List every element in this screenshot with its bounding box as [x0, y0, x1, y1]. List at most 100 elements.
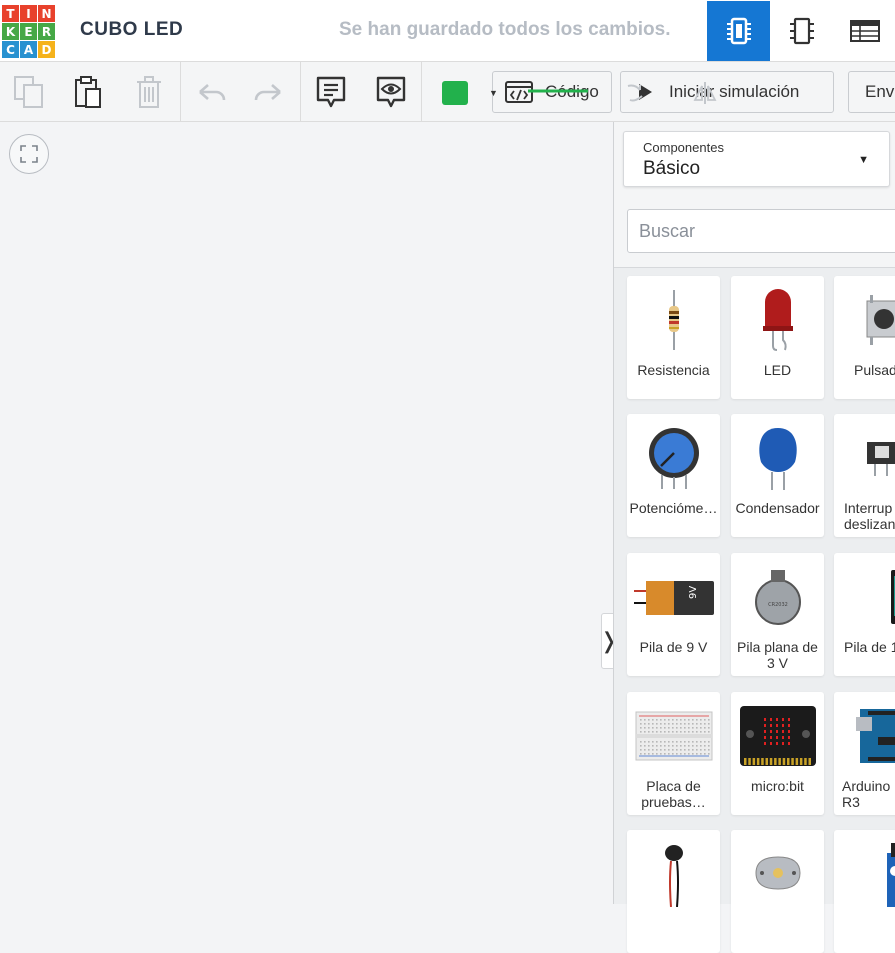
tinkercad-logo[interactable]: TIN KER CAD: [2, 5, 56, 59]
fit-view-icon: [19, 144, 39, 164]
component-card[interactable]: Condensador: [731, 414, 824, 537]
svg-text:CR2032: CR2032: [768, 602, 788, 608]
component-name: Interrup deslizan: [834, 500, 895, 532]
component-name: Pila de 1: [834, 639, 895, 655]
wire-color-swatch[interactable]: [442, 81, 468, 105]
wire-color-indicator: [528, 88, 588, 94]
edit-toolbar: Código ▼ Iniciar simulación Env: [0, 62, 895, 122]
redo-button[interactable]: [251, 74, 287, 110]
undo-icon: [196, 82, 226, 102]
component-card[interactable]: [731, 830, 824, 953]
send-to-button[interactable]: Env: [848, 71, 895, 113]
component-card[interactable]: Placa de pruebas…: [627, 692, 720, 815]
notes-icon: [315, 75, 347, 109]
slide-switch-icon: [851, 438, 895, 478]
servo-icon: [851, 841, 895, 907]
rotate-icon: [624, 82, 646, 104]
component-card[interactable]: [627, 830, 720, 953]
component-card[interactable]: Pulsad: [834, 276, 895, 399]
component-card[interactable]: CR2032 Pila plana de 3 V: [731, 553, 824, 676]
zoom-to-fit-button[interactable]: [9, 134, 49, 174]
start-simulation-button[interactable]: Iniciar simulación: [620, 71, 834, 113]
coin-cell-icon: CR2032: [753, 566, 803, 628]
component-category-dropdown[interactable]: Componentes Básico ▼: [623, 131, 890, 187]
chevron-down-icon: ▼: [858, 154, 869, 166]
component-name: LED: [731, 362, 824, 378]
battery-aa-icon: [851, 566, 895, 628]
component-card[interactable]: Resistencia: [627, 276, 720, 399]
component-name: Placa de pruebas…: [627, 778, 720, 810]
dropdown-label: Componentes: [643, 140, 724, 155]
component-name: Resistencia: [627, 362, 720, 378]
logo-letter: I: [20, 5, 37, 22]
start-simulation-label: Iniciar simulación: [669, 82, 799, 102]
component-card[interactable]: micro:bit: [731, 692, 824, 815]
copy-icon: [13, 75, 45, 109]
logo-letter: N: [38, 5, 55, 22]
component-card[interactable]: 9V Pila de 9 V: [627, 553, 720, 676]
battery-9v-icon: 9V: [634, 577, 714, 617]
dc-motor-icon: [748, 847, 808, 901]
component-search-input[interactable]: [627, 209, 895, 253]
svg-text:9V: 9V: [688, 586, 699, 599]
capacitor-icon: [755, 426, 801, 490]
project-title[interactable]: CUBO LED: [80, 19, 183, 41]
component-card[interactable]: [834, 830, 895, 953]
vibration-motor-icon: [659, 841, 689, 907]
paste-icon: [73, 75, 103, 109]
microbit-icon: [738, 704, 818, 768]
potentiometer-icon: [647, 427, 701, 489]
breadboard-icon: [635, 711, 713, 761]
logo-letter: C: [2, 41, 19, 58]
logo-letter: T: [2, 5, 19, 22]
component-name: Condensador: [731, 500, 824, 516]
eye-icon: [375, 75, 407, 109]
toolbar-divider: [300, 62, 301, 122]
redo-icon: [254, 82, 284, 102]
component-name: Potencióme…: [627, 500, 720, 516]
led-icon: [761, 288, 795, 352]
component-name: micro:bit: [731, 778, 824, 794]
logo-letter: R: [38, 23, 55, 40]
logo-letter: D: [38, 41, 55, 58]
arduino-icon: [848, 707, 895, 765]
undo-button[interactable]: [193, 74, 229, 110]
components-panel: Componentes Básico ▼ Resistencia LED: [613, 122, 895, 904]
workplane-canvas[interactable]: ❭: [0, 122, 613, 904]
component-name: Pulsad: [834, 362, 895, 378]
chevron-down-icon[interactable]: ▼: [489, 88, 498, 98]
flip-icon: [692, 80, 718, 106]
send-to-label: Env: [865, 82, 894, 102]
component-card[interactable]: Arduino R3: [834, 692, 895, 815]
component-card[interactable]: Interrup deslizan: [834, 414, 895, 537]
logo-letter: E: [20, 23, 37, 40]
copy-button[interactable]: [11, 74, 47, 110]
logo-letter: K: [2, 23, 19, 40]
app-header: TIN KER CAD CUBO LED Se han guardado todos…: [0, 0, 895, 62]
paste-button[interactable]: [70, 74, 106, 110]
trash-icon: [135, 75, 163, 109]
schematic-icon: [789, 16, 815, 46]
resistor-icon: [664, 290, 684, 350]
delete-button[interactable]: [131, 74, 167, 110]
component-card[interactable]: LED: [731, 276, 824, 399]
component-card[interactable]: Pila de 1: [834, 553, 895, 676]
component-list-button[interactable]: [833, 1, 895, 61]
circuit-chip-icon: [726, 16, 752, 46]
notes-visibility-button[interactable]: [373, 74, 409, 110]
toolbar-divider: [180, 62, 181, 122]
circuit-view-button[interactable]: [707, 1, 770, 61]
component-name: Arduino R3: [834, 778, 895, 810]
component-card[interactable]: Potencióme…: [627, 414, 720, 537]
logo-letter: A: [20, 41, 37, 58]
toolbar-divider: [421, 62, 422, 122]
schematic-view-button[interactable]: [770, 1, 833, 61]
panel-header: Componentes Básico ▼: [614, 122, 895, 268]
component-list-icon: [850, 20, 880, 42]
dropdown-value: Básico: [643, 158, 700, 180]
notes-button[interactable]: [313, 74, 349, 110]
save-status: Se han guardado todos los cambios.: [339, 19, 671, 41]
component-name: Pila plana de 3 V: [731, 639, 824, 671]
pushbutton-icon: [859, 295, 895, 345]
component-name: Pila de 9 V: [627, 639, 720, 655]
